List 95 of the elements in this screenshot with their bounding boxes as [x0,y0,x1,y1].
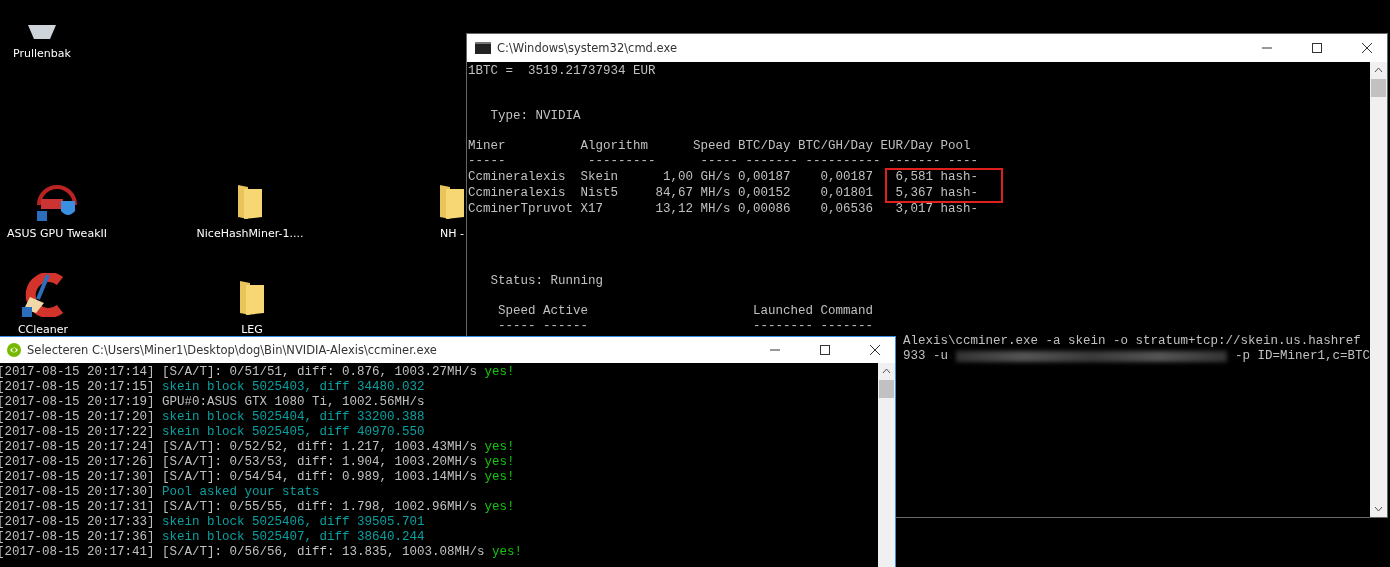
desktop-icon-label[interactable]: Prullenbak [13,47,71,60]
table-cell-text: 0,00086 [737,201,791,217]
table-rule: ----- ------ [497,319,589,334]
column-header: Speed Active [497,304,589,319]
desktop-icon-label[interactable]: NiceHashMiner-1.... [196,227,304,240]
table-cell-text: 0,00187 [819,169,873,185]
command-line: Alexis\ccminer.exe -a skein -o stratum+tcp://skein.us.hashref [902,334,1362,349]
speedometer-shield-icon[interactable] [35,183,79,221]
table-cell-text: 3,017 [894,201,933,217]
log-message: [S/A/T]: 0/56/56, diff: 13.835, 1003.08MH/s [161,545,485,560]
table-rule: -------- ------- [753,319,874,334]
table-cell: 13,12 MH/s [655,201,731,217]
log-timestamp: [2017-08-15 20:17:36] [0,530,155,545]
table-cell-text: Skein [580,169,620,185]
close-icon[interactable] [1361,42,1373,54]
log-timestamp: [2017-08-15 20:17:26] [0,455,155,470]
command-line: -p ID=Miner1,c=BTC [1234,349,1370,364]
log-timestamp: [2017-08-15 20:17:14] [0,365,155,380]
table-rule: ----- --------- ----- ------- ---------- ------- ---- [468,154,980,169]
column-header: Miner [468,139,507,154]
log-message: [S/A/T]: 0/52/52, diff: 1.217, 1003.43MH/s [161,440,478,455]
scroll-down-icon[interactable] [1374,506,1383,512]
column-header: BTC/GH/Day [797,139,873,154]
log-timestamp: [2017-08-15 20:17:30] [0,485,155,500]
accepted-label: yes! [483,500,515,515]
scrollbar[interactable] [1370,62,1387,517]
log-message: [S/A/T]: 0/55/55, diff: 1.798, 1002.96MH/s [161,500,478,515]
desktop-icon-label[interactable]: CCleaner [17,323,69,336]
window-title: Selecteren C:\Users\Miner1\Desktop\dog\Bin\NVIDIA-Alexis\ccminer.exe [27,343,437,357]
maximize-icon[interactable] [1311,42,1323,54]
scrollbar[interactable] [878,363,895,567]
accepted-label: yes! [483,455,515,470]
table-cell-text: 0,01801 [819,185,873,201]
scroll-thumb[interactable] [879,380,894,398]
log-timestamp: [2017-08-15 20:17:15] [0,380,155,395]
table-cell-text: Ccmineralexis [468,169,567,185]
desktop-icon-label[interactable]: ASUS GPU TweakII [7,227,107,240]
column-header: Speed [692,139,731,154]
log-timestamp: [2017-08-15 20:17:22] [0,425,155,440]
log-message: Pool asked your stats [161,485,320,500]
scroll-thumb[interactable] [1371,79,1386,97]
log-message: GPU#0:ASUS GTX 1080 Ti, 1002.56MH/s [161,395,425,410]
scroll-up-icon[interactable] [882,368,891,374]
table-cell-text: 0,00152 [737,185,791,201]
log-timestamp: [2017-08-15 20:17:24] [0,440,155,455]
table-cell-text: 1,00 GH/s [662,169,731,185]
desktop-icon-label[interactable]: NH - [440,227,464,240]
log-timestamp: [2017-08-15 20:17:20] [0,410,155,425]
log-message: skein block 5025403, diff 34480.032 [161,380,425,395]
column-header: Algorithm [580,139,650,154]
folder-icon[interactable] [438,183,466,221]
accepted-label: yes! [483,470,515,485]
table-cell-text: Ccmineralexis [468,185,567,201]
column-header: Launched Command [753,304,874,319]
window-title: C:\Windows\system32\cmd.exe [497,41,677,55]
folder-icon[interactable] [236,183,264,221]
table-cell-text: CcminerTpruvot [468,201,575,217]
table-cell: 84,67 MH/s [655,185,731,201]
accepted-label: yes! [483,365,515,380]
log-message: [S/A/T]: 0/51/51, diff: 0.876, 1003.27MH/s [161,365,478,380]
table-cell-text: Nist5 [580,185,620,201]
log-timestamp: [2017-08-15 20:17:19] [0,395,155,410]
accepted-label: yes! [491,545,523,560]
table-cell-text: hash- [939,201,980,217]
table-cell-text: hash- [939,169,980,185]
folder-icon[interactable] [238,279,266,317]
log-timestamp: [2017-08-15 20:17:33] [0,515,155,530]
log-message: [S/A/T]: 0/54/54, diff: 0.989, 1003.14MH/s [161,470,478,485]
log-timestamp: [2017-08-15 20:17:41] [0,545,155,560]
close-icon[interactable] [869,344,881,356]
log-timestamp: [2017-08-15 20:17:31] [0,500,155,515]
table-cell-text: 5,367 [894,185,933,201]
log-message: skein block 5025404, diff 33200.388 [161,410,425,425]
table-cell-text: hash- [939,185,980,201]
log-message: skein block 5025405, diff 40970.550 [161,425,425,440]
accepted-label: yes! [483,440,515,455]
table-cell-text: 0,00187 [737,169,791,185]
maximize-icon[interactable] [819,344,831,356]
console-app-icon [475,42,491,54]
log-message: [S/A/T]: 0/53/53, diff: 1.904, 1003.20MH/s [161,455,478,470]
table-cell-text: X17 [580,201,605,217]
scroll-up-icon[interactable] [1374,67,1383,73]
exchange-rate-line: 1BTC = 3519.21737934 EUR [468,64,657,79]
status-line: Status: Running [489,274,605,289]
command-line: 933 -u [903,349,949,364]
table-cell-text: 6,581 [894,169,933,185]
gpu-type-line: Type: NVIDIA [489,109,582,124]
log-message: skein block 5025406, diff 39505.701 [161,515,425,530]
table-cell-text: 0,06536 [819,201,873,217]
column-header: EUR/Day [879,139,933,154]
log-timestamp: [2017-08-15 20:17:30] [0,470,155,485]
desktop-icon-label[interactable]: LEG [241,323,263,336]
column-header: BTC/Day [737,139,791,154]
log-message: skein block 5025407, diff 38640.244 [161,530,425,545]
column-header: Pool [939,139,972,154]
